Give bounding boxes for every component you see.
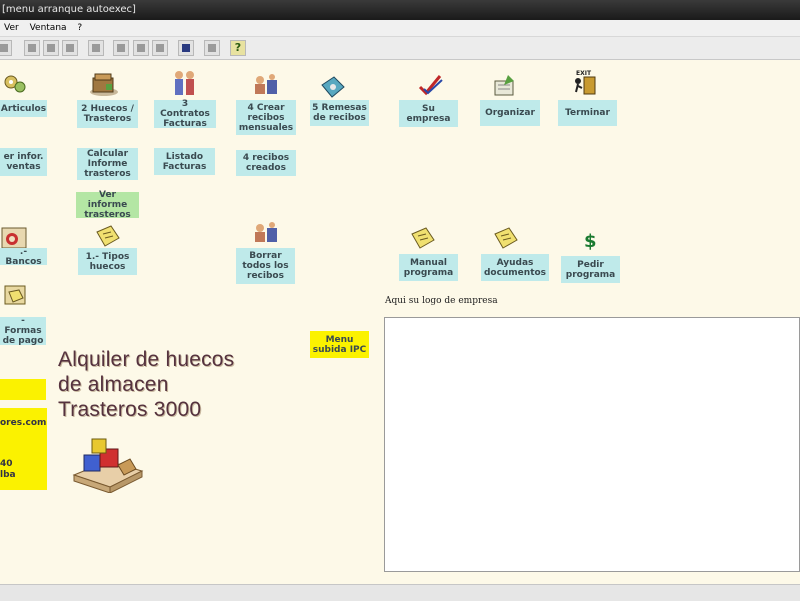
copy-icon[interactable] [113,40,129,56]
workers-delete-icon[interactable] [253,220,279,244]
window-icon[interactable] [178,40,194,56]
ver-informe-trasteros-button[interactable]: Ver informe trasteros [76,190,139,220]
menu-bar: Ver Ventana ? [0,20,800,37]
app-title-line2: de almacen [58,373,169,396]
help-icon[interactable]: ? [230,40,246,56]
payment-note-icon[interactable] [3,282,29,306]
gears-icon[interactable] [2,72,28,96]
menu-ver[interactable]: Ver [0,20,23,36]
ayudas-documentos-button[interactable]: Ayudas documentos [481,254,549,281]
folder-icon[interactable] [88,40,104,56]
exit-door-icon[interactable]: EXIT [570,68,598,96]
huecos-trasteros-button[interactable]: 2 Huecos / Trasteros [77,100,138,128]
app-title: Alquiler de huecos de almacen Trasteros … [58,347,234,422]
workers-icon[interactable] [253,72,279,96]
status-bar [0,584,800,601]
organizar-button[interactable]: Organizar [480,100,540,126]
listado-facturas-button[interactable]: Listado Facturas [154,148,215,175]
calcular-informe-button[interactable]: Calcular Informe trasteros [77,148,138,180]
toolbar: ? [0,37,800,60]
save-icon[interactable] [24,40,40,56]
preview-icon[interactable] [133,40,149,56]
pedir-programa-button[interactable]: Pedir programa [561,256,620,283]
manual-programa-button[interactable]: Manual programa [399,254,458,281]
company-logo-box[interactable] [384,317,800,572]
logo-area-label: Aqui su logo de empresa [385,296,498,306]
main-area: EXIT Articulos 2 Huecos / Trasteros 3 Co… [0,60,800,584]
manual-note-icon[interactable] [410,226,436,250]
borrar-recibos-button[interactable]: Borrar todos los recibos [236,248,295,284]
remesas-recibos-button[interactable]: 5 Remesas de recibos [310,100,369,126]
tag-icon[interactable] [204,40,220,56]
tipos-huecos-button[interactable]: 1.- Tipos huecos [78,248,137,275]
window-title-bar: [menu arranque autoexec] [0,0,800,20]
yellow-strip [0,379,46,400]
contratos-facturas-button[interactable]: 3 Contratos Facturas [154,99,216,129]
ver-infor-ventas-button[interactable]: er infor. ventas [0,148,47,176]
menu-help[interactable]: ? [73,20,86,36]
print-icon[interactable] [0,40,12,56]
su-empresa-button[interactable]: Su empresa [399,100,458,127]
formas-pago-button[interactable]: - Formas de pago [0,316,46,346]
app-title-line3: Trasteros 3000 [58,398,202,421]
bancos-button[interactable]: .- Bancos [0,247,47,267]
articulos-button[interactable]: Articulos [0,100,47,117]
help-docs-icon[interactable] [493,226,519,250]
contact-city: lba [0,470,16,480]
menu-ventana[interactable]: Ventana [26,20,71,36]
window-title: [menu arranque autoexec] [2,4,136,15]
menu-subida-ipc-button[interactable]: Menu subida IPC [310,331,369,358]
terminar-button[interactable]: Terminar [558,100,617,126]
crear-recibos-button[interactable]: 4 Crear recibos mensuales [236,100,296,135]
binoculars-icon[interactable] [43,40,59,56]
dollar-icon[interactable]: $ [580,228,606,252]
remittance-icon[interactable] [320,75,346,99]
checkmark-icon[interactable] [418,73,444,97]
app-title-line1: Alquiler de huecos [58,348,235,371]
storage-box-icon[interactable] [88,70,120,98]
boxes-illustration [72,438,144,493]
svg-text:$: $ [584,231,597,252]
zoom-icon[interactable] [62,40,78,56]
svg-text:EXIT: EXIT [576,70,592,77]
people-icon[interactable] [170,70,200,98]
contact-phone: 40 [0,459,13,469]
contact-panel: ores.com 40 lba [0,408,47,490]
note-icon[interactable] [95,224,121,248]
organize-icon[interactable] [492,73,518,97]
recibos-creados-button[interactable]: 4 recibos creados [236,150,296,176]
contact-web: ores.com [0,418,47,428]
page-icon[interactable] [152,40,168,56]
